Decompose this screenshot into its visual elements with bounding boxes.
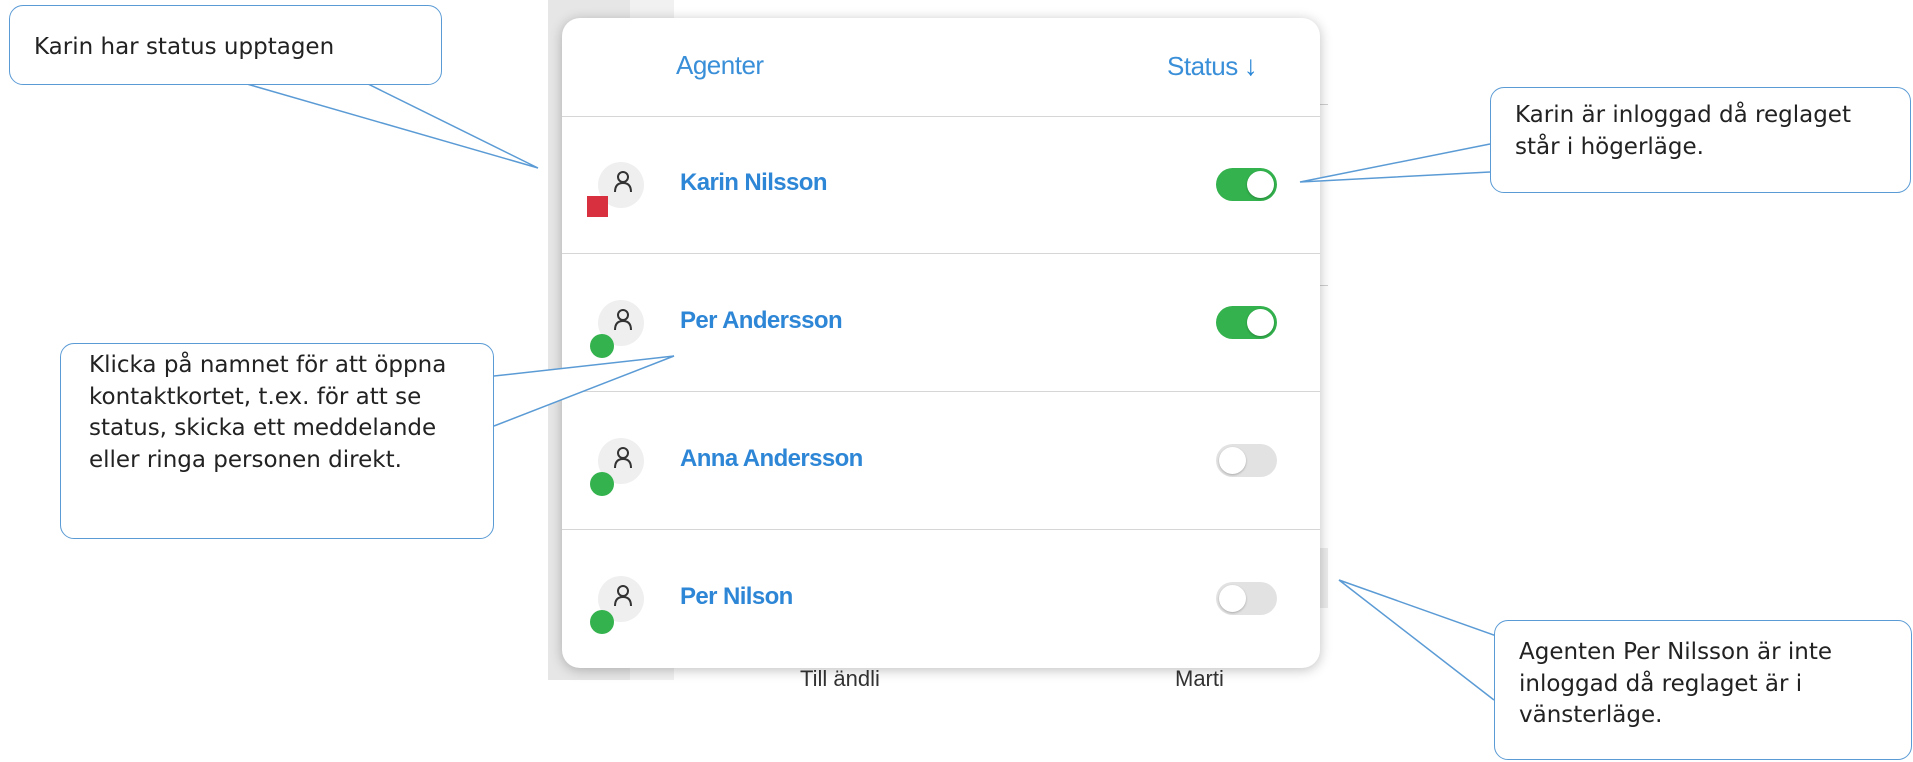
callout-click-name: Klicka på namnet för att öppna kontaktko… — [60, 343, 494, 539]
callout-pointer — [493, 355, 675, 427]
callout-pointer — [1299, 143, 1491, 183]
callout-pointer — [1338, 579, 1520, 701]
callout-pointer — [239, 81, 539, 169]
callout-logged-in: Karin är inloggad då reglaget står i hög… — [1490, 87, 1911, 193]
callout-busy-status: Karin har status upptagen — [9, 5, 442, 85]
callout-logged-out: Agenten Per Nilsson är inte inloggad då … — [1494, 620, 1912, 760]
